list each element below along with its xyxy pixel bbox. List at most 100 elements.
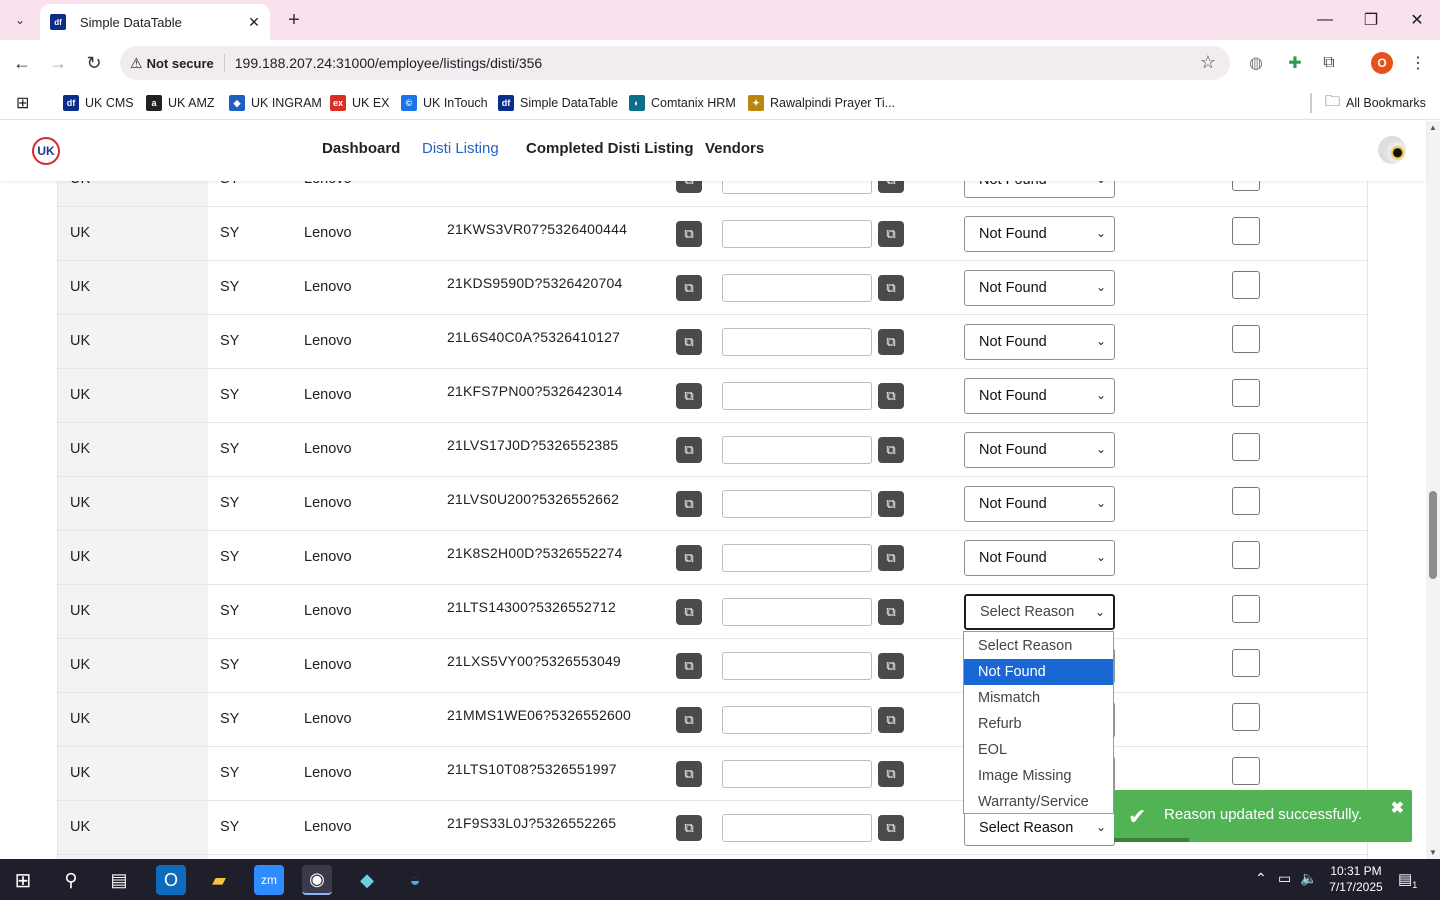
copy-sku-icon[interactable]: ⧉ [676,329,702,355]
text-input[interactable] [722,544,872,572]
address-bar[interactable]: ⚠ Not secure 199.188.207.24:31000/employ… [120,46,1230,80]
copy-sku-icon[interactable]: ⧉ [676,761,702,787]
apps-grid-icon[interactable]: ⊞ [16,92,29,114]
paste-icon[interactable]: ⧉ [878,221,904,247]
system-clock[interactable]: 10:31 PM 7/17/2025 [1318,863,1394,895]
chrome-icon[interactable]: ◉ [302,865,332,895]
copy-sku-icon[interactable]: ⧉ [676,707,702,733]
row-checkbox[interactable] [1232,325,1260,353]
extensions-icon[interactable]: ⧉ [1318,52,1340,74]
copy-sku-icon[interactable]: ⧉ [676,383,702,409]
text-input[interactable] [722,436,872,464]
notification-icon[interactable]: ▤1 [1398,870,1417,890]
reason-select[interactable]: Not Found ⌄ [964,378,1115,414]
row-checkbox[interactable] [1232,217,1260,245]
text-input[interactable] [722,382,872,410]
bookmark-item[interactable]: ex UK EX [330,92,390,114]
dropdown-option[interactable]: Not Found [964,659,1113,685]
task-view-icon[interactable]: ▤ [104,865,134,895]
paste-icon[interactable]: ⧉ [878,181,904,193]
security-label[interactable]: Not secure [147,56,214,71]
scroll-up-icon[interactable]: ▲ [1429,123,1437,132]
text-input[interactable] [722,181,872,194]
bookmark-star-icon[interactable]: ☆ [1200,52,1216,73]
all-bookmarks[interactable]: 🗀 All Bookmarks [1325,92,1426,114]
dropdown-option[interactable]: Refurb [964,711,1113,737]
tab-search-icon[interactable]: ⌄ [8,8,32,32]
paste-icon[interactable]: ⧉ [878,707,904,733]
copy-sku-icon[interactable]: ⧉ [676,599,702,625]
translate-icon[interactable]: ◍ [1245,52,1267,74]
page-scrollbar[interactable]: ▲ ▼ [1426,121,1440,859]
copy-sku-icon[interactable]: ⧉ [676,545,702,571]
bookmark-item[interactable]: ✦ Rawalpindi Prayer Ti... [748,92,895,114]
row-checkbox[interactable] [1232,379,1260,407]
file-explorer-icon[interactable]: ▰ [204,865,234,895]
scrollbar-thumb[interactable] [1429,491,1437,579]
paste-icon[interactable]: ⧉ [878,545,904,571]
paste-icon[interactable]: ⧉ [878,761,904,787]
app-diamond-icon[interactable]: ◆ [352,865,382,895]
reason-dropdown-list[interactable]: Select Reason Not Found Mismatch Refurb EOL I… [963,631,1114,814]
text-input[interactable] [722,274,872,302]
forward-icon[interactable]: → [45,50,71,76]
reason-select[interactable]: Not Found ⌄ [964,270,1115,306]
bookmark-item[interactable]: ◐ Comtanix HRM [629,92,736,114]
bookmark-item[interactable]: df Simple DataTable [498,92,618,114]
copy-sku-icon[interactable]: ⧉ [676,221,702,247]
volume-icon[interactable]: 🔈 [1300,870,1317,887]
reason-select[interactable]: Not Found ⌄ [964,540,1115,576]
new-tab-icon[interactable]: + [282,8,306,32]
row-checkbox[interactable] [1232,595,1260,623]
paste-icon[interactable]: ⧉ [878,275,904,301]
reason-select[interactable]: Select Reason ⌄ [964,810,1115,846]
row-checkbox[interactable] [1232,757,1260,785]
reason-select[interactable]: Select Reason ⌄ [963,593,1116,631]
copy-sku-icon[interactable]: ⧉ [676,815,702,841]
network-icon[interactable]: ▭ [1278,870,1291,887]
tray-chevron-icon[interactable]: ⌃ [1255,870,1267,887]
back-icon[interactable]: ← [9,50,35,76]
copy-sku-icon[interactable]: ⧉ [676,491,702,517]
text-input[interactable] [722,706,872,734]
url-text[interactable]: 199.188.207.24:31000/employee/listings/d… [235,55,542,71]
edge-icon[interactable]: ◒ [400,865,430,895]
copy-sku-icon[interactable]: ⧉ [676,437,702,463]
copy-sku-icon[interactable]: ⧉ [676,275,702,301]
dropdown-option[interactable]: Image Missing [964,763,1113,789]
row-checkbox[interactable] [1232,649,1260,677]
nav-vendors[interactable]: Vendors [705,140,764,157]
text-input[interactable] [722,328,872,356]
profile-avatar[interactable]: O [1371,52,1393,74]
dropdown-option[interactable]: Warranty/Service [964,789,1113,815]
tab-close-icon[interactable]: ✕ [244,12,264,32]
close-window-icon[interactable]: ✕ [1402,6,1432,34]
bookmark-item[interactable]: ◆ UK INGRAM [229,92,322,114]
dropdown-option[interactable]: Select Reason [964,633,1113,659]
reason-select[interactable]: Not Found ⌄ [964,324,1115,360]
bookmark-item[interactable]: © UK InTouch [401,92,488,114]
zoom-icon[interactable]: zm [254,865,284,895]
menu-icon[interactable]: ⋮ [1407,52,1429,74]
row-checkbox[interactable] [1232,433,1260,461]
row-checkbox[interactable] [1232,271,1260,299]
paste-icon[interactable]: ⧉ [878,815,904,841]
user-avatar[interactable] [1378,136,1406,164]
search-icon[interactable]: ⚲ [56,865,86,895]
toast-close-icon[interactable]: ✖ [1391,798,1404,818]
row-checkbox[interactable] [1232,541,1260,569]
bookmark-item[interactable]: df UK CMS [63,92,134,114]
browser-tab[interactable]: df Simple DataTable ✕ [40,4,270,40]
nav-dashboard[interactable]: Dashboard [322,140,400,157]
dropdown-option[interactable]: EOL [964,737,1113,763]
paste-icon[interactable]: ⧉ [878,491,904,517]
row-checkbox[interactable] [1232,487,1260,515]
text-input[interactable] [722,598,872,626]
text-input[interactable] [722,220,872,248]
dropdown-option[interactable]: Mismatch [964,685,1113,711]
row-checkbox[interactable] [1232,181,1260,191]
paste-icon[interactable]: ⧉ [878,329,904,355]
outlook-icon[interactable]: O [156,865,186,895]
bookmark-item[interactable]: a UK AMZ [146,92,215,114]
restore-icon[interactable]: ❐ [1356,6,1386,34]
